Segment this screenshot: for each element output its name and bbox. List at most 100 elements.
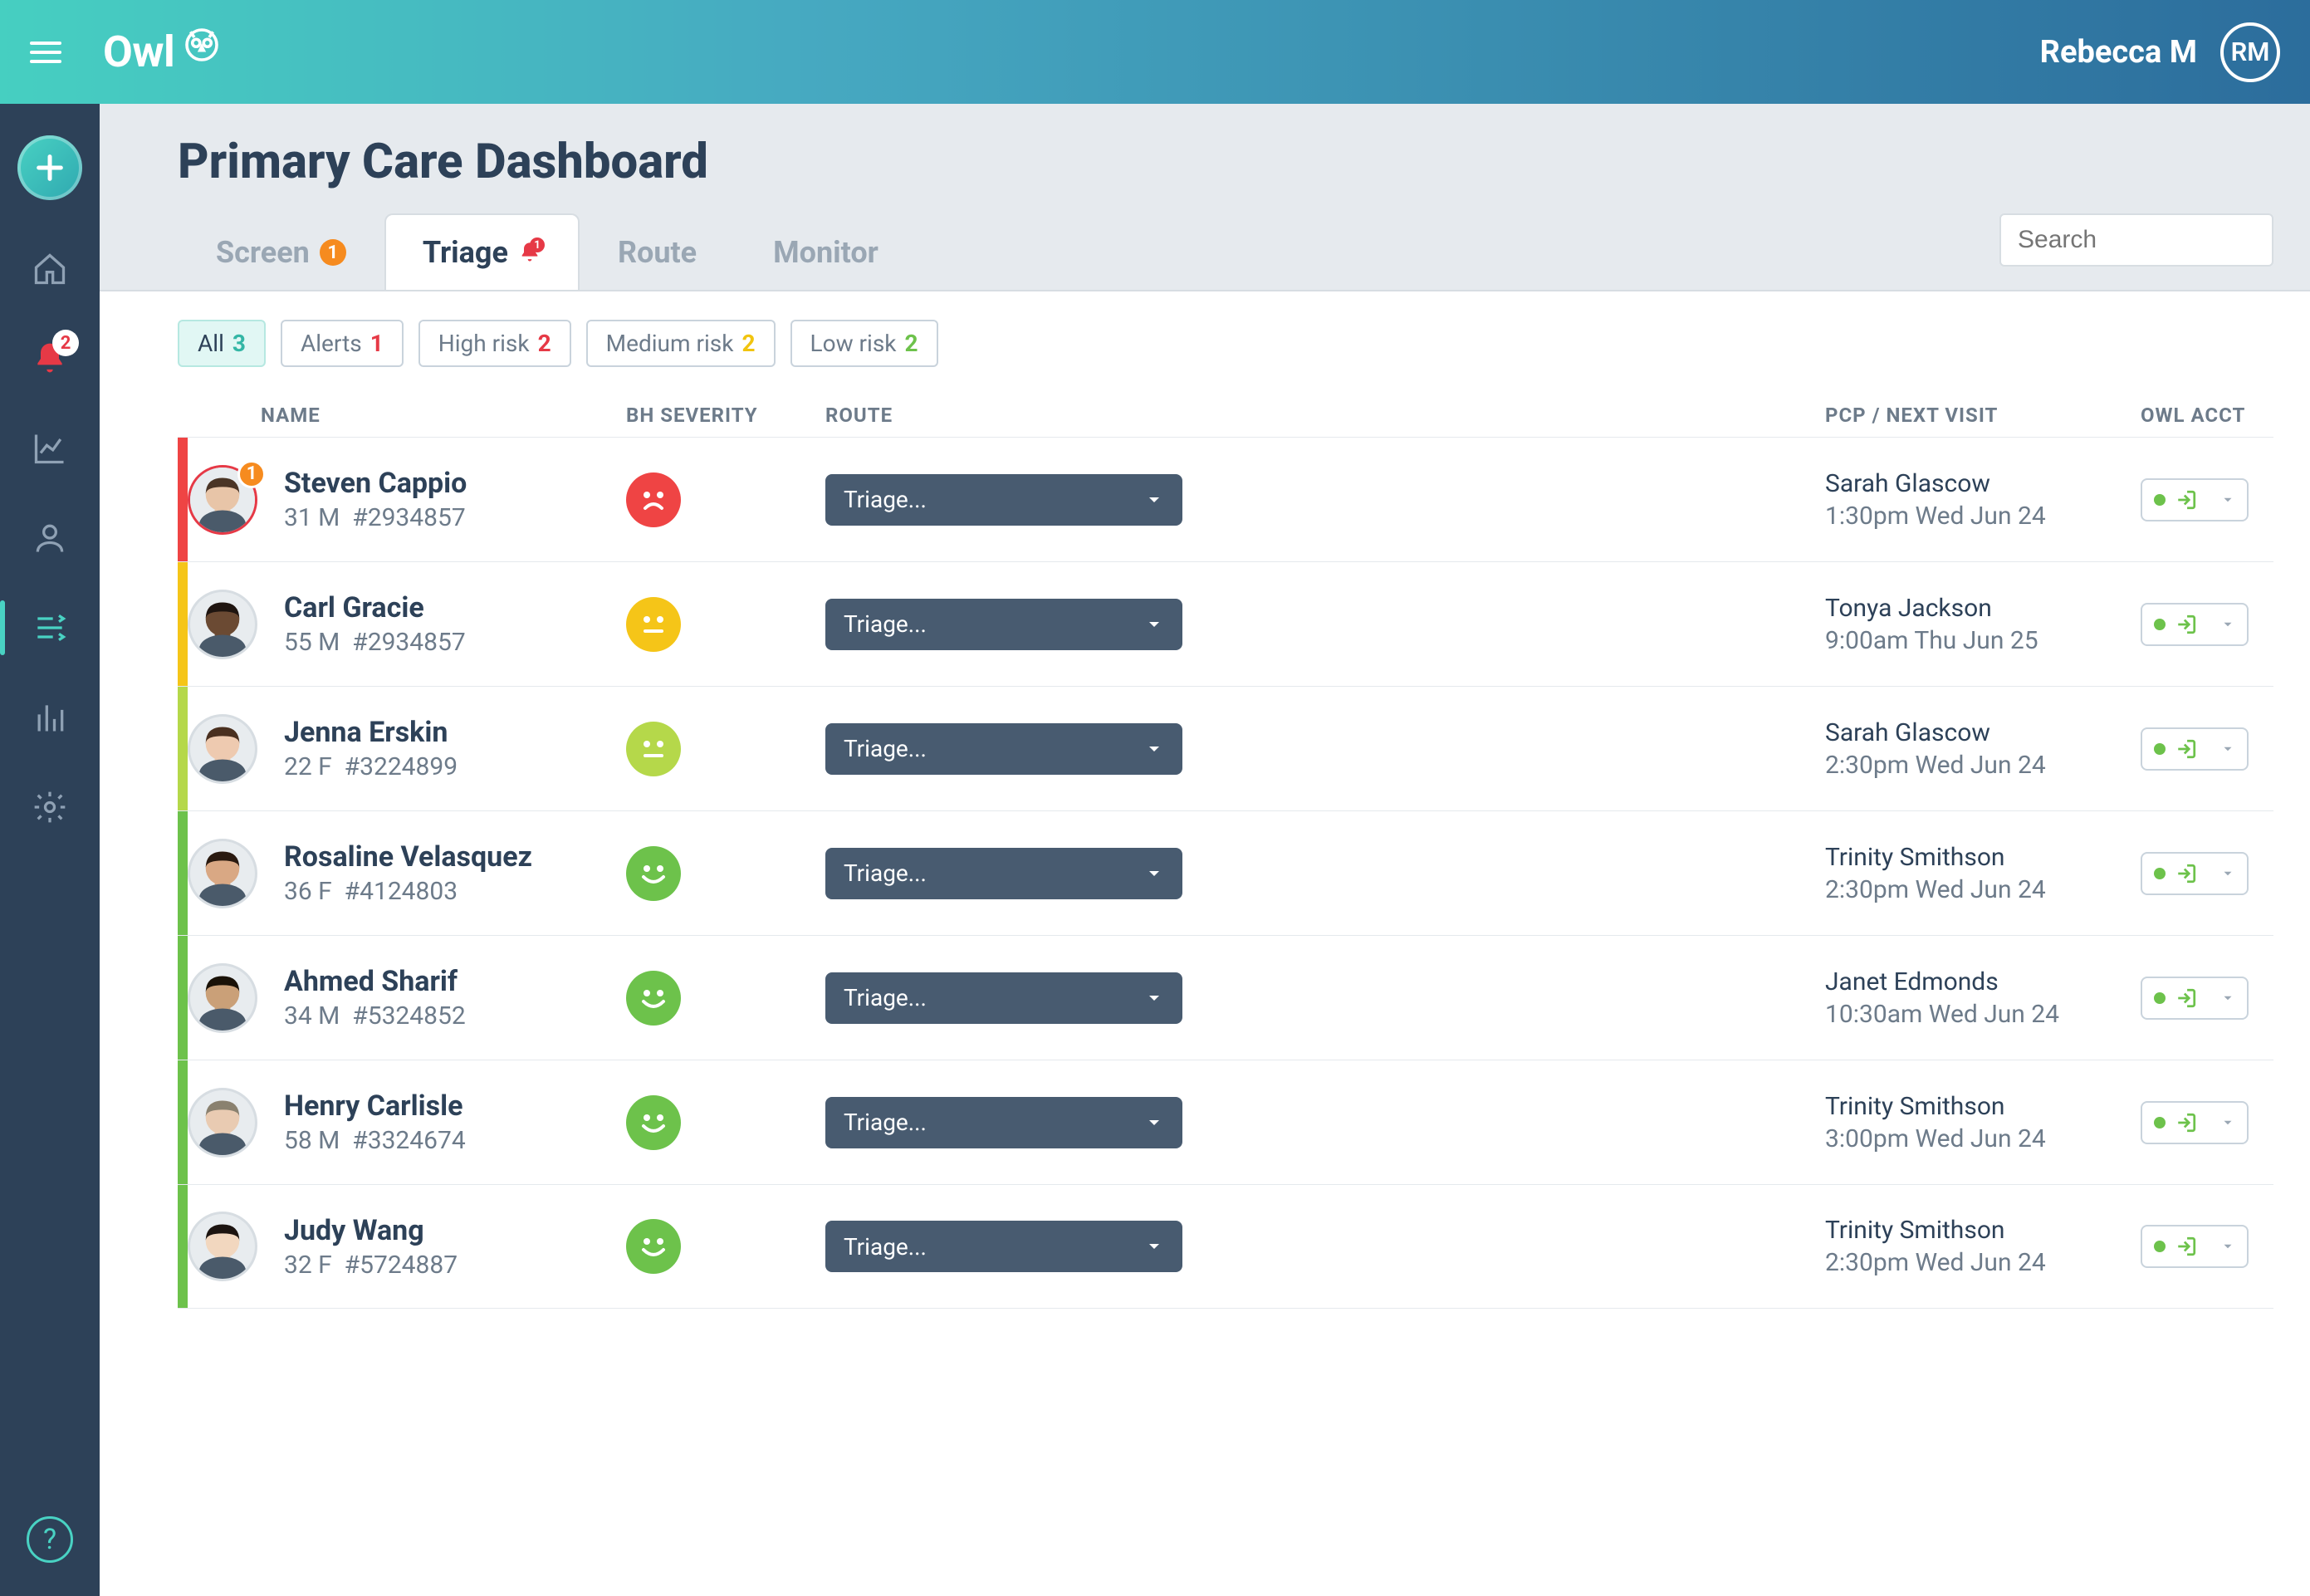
filter-all[interactable]: All 3 (178, 320, 266, 367)
patient-name[interactable]: Carl Gracie (284, 591, 626, 624)
nav-analytics[interactable] (29, 428, 71, 469)
route-dropdown[interactable]: Triage... (825, 474, 1182, 526)
owl-account-button[interactable] (2141, 1101, 2249, 1144)
page-title: Primary Care Dashboard (100, 104, 2310, 213)
patient-avatar[interactable] (188, 1212, 257, 1281)
chevron-down-icon (1144, 739, 1164, 759)
route-dropdown[interactable]: Triage... (825, 723, 1182, 775)
route-dropdown[interactable]: Triage... (825, 972, 1182, 1024)
login-icon (2175, 614, 2197, 635)
owl-account-button[interactable] (2141, 1225, 2249, 1268)
user-name: Rebecca M (2040, 34, 2197, 71)
top-bar: Owl Rebecca M RM (0, 0, 2310, 104)
brand-logo[interactable]: Owl (103, 27, 224, 77)
next-visit: 2:30pm Wed Jun 24 (1825, 875, 2141, 904)
add-button[interactable] (17, 135, 82, 200)
pcp-name: Sarah Glascow (1825, 718, 2141, 747)
tabs: Screen1Triage1 Route Monitor (100, 213, 2310, 290)
severity-stripe (178, 811, 188, 935)
patient-row[interactable]: Henry Carlisle58 M #3324674Triage...Trin… (178, 1060, 2273, 1184)
login-icon (2175, 489, 2197, 511)
route-label: Triage... (844, 859, 927, 887)
filter-high-risk[interactable]: High risk 2 (418, 320, 571, 367)
patient-name[interactable]: Jenna Erskin (284, 716, 626, 749)
login-icon (2175, 863, 2197, 884)
patient-avatar[interactable] (188, 714, 257, 784)
owl-account-button[interactable] (2141, 727, 2249, 771)
route-dropdown[interactable]: Triage... (825, 599, 1182, 650)
login-icon (2175, 1112, 2197, 1133)
patient-avatar[interactable] (188, 839, 257, 908)
pcp-name: Sarah Glascow (1825, 469, 2141, 498)
chevron-down-icon (2220, 866, 2235, 881)
tab-screen[interactable]: Screen1 (178, 213, 384, 290)
patient-name[interactable]: Rosaline Velasquez (284, 840, 626, 874)
filter-low-risk[interactable]: Low risk 2 (790, 320, 938, 367)
tab-triage[interactable]: Triage1 (384, 213, 580, 290)
filter-label: Alerts (301, 330, 362, 357)
patient-name[interactable]: Judy Wang (284, 1214, 626, 1247)
route-label: Triage... (844, 984, 927, 1011)
patient-meta: 31 M #2934857 (284, 503, 626, 532)
patient-meta: 32 F #5724887 (284, 1251, 626, 1280)
alerts-badge: 2 (52, 330, 79, 356)
col-route: ROUTE (825, 404, 1825, 427)
chevron-down-icon (1144, 1236, 1164, 1256)
tab-label: Route (618, 235, 697, 270)
patient-name[interactable]: Steven Cappio (284, 467, 626, 500)
nav-reports[interactable] (29, 697, 71, 738)
patient-avatar[interactable] (188, 1088, 257, 1158)
side-nav: 2 ? (0, 104, 100, 1596)
patient-avatar[interactable] (188, 963, 257, 1033)
chevron-down-icon (2220, 991, 2235, 1006)
user-block[interactable]: Rebecca M RM (2040, 22, 2280, 82)
patient-avatar[interactable] (188, 590, 257, 659)
owl-account-button[interactable] (2141, 977, 2249, 1020)
patient-name[interactable]: Ahmed Sharif (284, 965, 626, 998)
owl-account-button[interactable] (2141, 478, 2249, 521)
filter-alerts[interactable]: Alerts 1 (281, 320, 404, 367)
patient-meta: 58 M #3324674 (284, 1126, 626, 1155)
nav-home[interactable] (29, 248, 71, 290)
filter-count: 2 (538, 330, 551, 357)
tab-route[interactable]: Route (580, 213, 735, 290)
table-header: NAME BH SEVERITY ROUTE PCP / NEXT VISIT … (178, 394, 2273, 437)
patient-meta: 36 F #4124803 (284, 877, 626, 906)
patient-row[interactable]: Ahmed Sharif34 M #5324852Triage...Janet … (178, 935, 2273, 1060)
patient-name[interactable]: Henry Carlisle (284, 1089, 626, 1123)
patient-row[interactable]: Carl Gracie55 M #2934857Triage...Tonya J… (178, 561, 2273, 686)
owl-account-button[interactable] (2141, 603, 2249, 646)
chevron-down-icon (1144, 864, 1164, 884)
filter-count: 2 (741, 330, 755, 357)
route-dropdown[interactable]: Triage... (825, 848, 1182, 899)
search-input[interactable] (2018, 226, 2310, 254)
chevron-down-icon (2220, 617, 2235, 632)
patient-row[interactable]: Jenna Erskin22 F #3224899Triage...Sarah … (178, 686, 2273, 810)
route-dropdown[interactable]: Triage... (825, 1097, 1182, 1148)
nav-alerts[interactable]: 2 (29, 338, 71, 379)
chevron-down-icon (1144, 988, 1164, 1008)
filter-medium-risk[interactable]: Medium risk 2 (586, 320, 776, 367)
patient-row[interactable]: Judy Wang32 F #5724887Triage...Trinity S… (178, 1184, 2273, 1309)
severity-stripe (178, 936, 188, 1060)
filter-label: All (198, 330, 224, 357)
nav-patients[interactable] (29, 517, 71, 559)
menu-button[interactable] (30, 34, 66, 71)
patient-row[interactable]: Rosaline Velasquez 36 F #4124803 Triage...… (178, 810, 2273, 935)
search-box[interactable] (1999, 213, 2273, 267)
bell-icon: 1 (518, 241, 541, 264)
filter-count: 3 (232, 330, 246, 357)
route-dropdown[interactable]: Triage... (825, 1221, 1182, 1272)
tab-monitor[interactable]: Monitor (735, 213, 917, 290)
status-dot-icon (2154, 619, 2166, 630)
severity-icon (626, 971, 681, 1026)
owl-account-button[interactable] (2141, 852, 2249, 895)
help-button[interactable]: ? (27, 1516, 73, 1563)
user-avatar[interactable]: RM (2220, 22, 2280, 82)
filter-label: Medium risk (606, 330, 734, 357)
nav-settings[interactable] (29, 786, 71, 828)
severity-stripe (178, 1060, 188, 1184)
chevron-down-icon (2220, 1239, 2235, 1254)
nav-triage[interactable] (29, 607, 71, 649)
patient-row[interactable]: 1Steven Cappio31 M #2934857Triage...Sara… (178, 437, 2273, 561)
